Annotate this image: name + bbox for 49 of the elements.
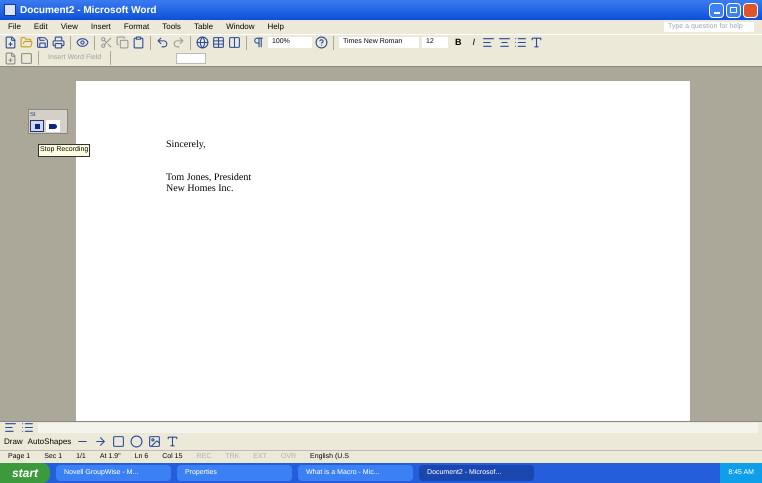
paste-icon[interactable]: [132, 36, 145, 49]
outline-view-icon[interactable]: [21, 421, 34, 434]
font-color-icon[interactable]: [166, 435, 180, 448]
globe-icon[interactable]: [196, 36, 209, 49]
normal-view-icon[interactable]: [4, 421, 17, 434]
draw-menu[interactable]: Draw: [4, 436, 23, 448]
menu-item[interactable]: Insert: [90, 21, 111, 33]
menu-item[interactable]: Tools: [162, 21, 181, 33]
table-icon[interactable]: [212, 36, 225, 49]
stop-button[interactable]: [30, 120, 44, 132]
menu-item[interactable]: Table: [194, 21, 214, 33]
menu-item[interactable]: Window: [226, 21, 255, 33]
align-left-icon[interactable]: [482, 36, 496, 49]
oval-icon[interactable]: [130, 435, 144, 448]
bold-button[interactable]: B: [451, 36, 466, 50]
menu-item[interactable]: File: [8, 21, 21, 33]
square-icon[interactable]: [20, 52, 33, 64]
document-text: Tom Jones, President: [166, 172, 252, 183]
columns-icon[interactable]: [228, 36, 241, 49]
document-icon[interactable]: [4, 52, 17, 64]
new-document-icon[interactable]: [4, 36, 17, 49]
italic-button[interactable]: I: [468, 36, 480, 50]
menu-item[interactable]: Edit: [34, 21, 48, 33]
pilcrow-icon[interactable]: [252, 36, 265, 49]
undo-icon[interactable]: [156, 36, 169, 49]
rectangle-icon[interactable]: [112, 435, 126, 448]
document-text: New Homes Inc.: [166, 183, 234, 194]
autoshapes-menu[interactable]: AutoShapes: [28, 436, 72, 448]
document-icon: [4, 4, 16, 16]
close-button[interactable]: [743, 2, 758, 18]
restore-button[interactable]: [726, 2, 741, 18]
picture-icon[interactable]: [148, 435, 162, 448]
record-number-field[interactable]: [176, 52, 206, 64]
printer-icon[interactable]: [52, 36, 65, 49]
save-icon[interactable]: [36, 36, 49, 49]
window-title: Document2 - Microsoft Word: [20, 4, 156, 18]
arrow-icon[interactable]: [94, 435, 108, 448]
document-text: Sincerely,: [166, 139, 207, 150]
help-icon[interactable]: [315, 36, 328, 49]
pause-button[interactable]: [46, 120, 60, 132]
preview-icon[interactable]: [76, 36, 89, 49]
menu-item[interactable]: Help: [268, 21, 284, 33]
minimize-button[interactable]: [709, 2, 724, 18]
start-button[interactable]: start: [0, 463, 50, 483]
list-icon[interactable]: [514, 36, 528, 49]
align-center-icon[interactable]: [498, 36, 512, 49]
menu-item[interactable]: View: [60, 21, 78, 33]
font-color-icon[interactable]: [530, 36, 544, 49]
menu-item[interactable]: Format: [124, 21, 150, 33]
